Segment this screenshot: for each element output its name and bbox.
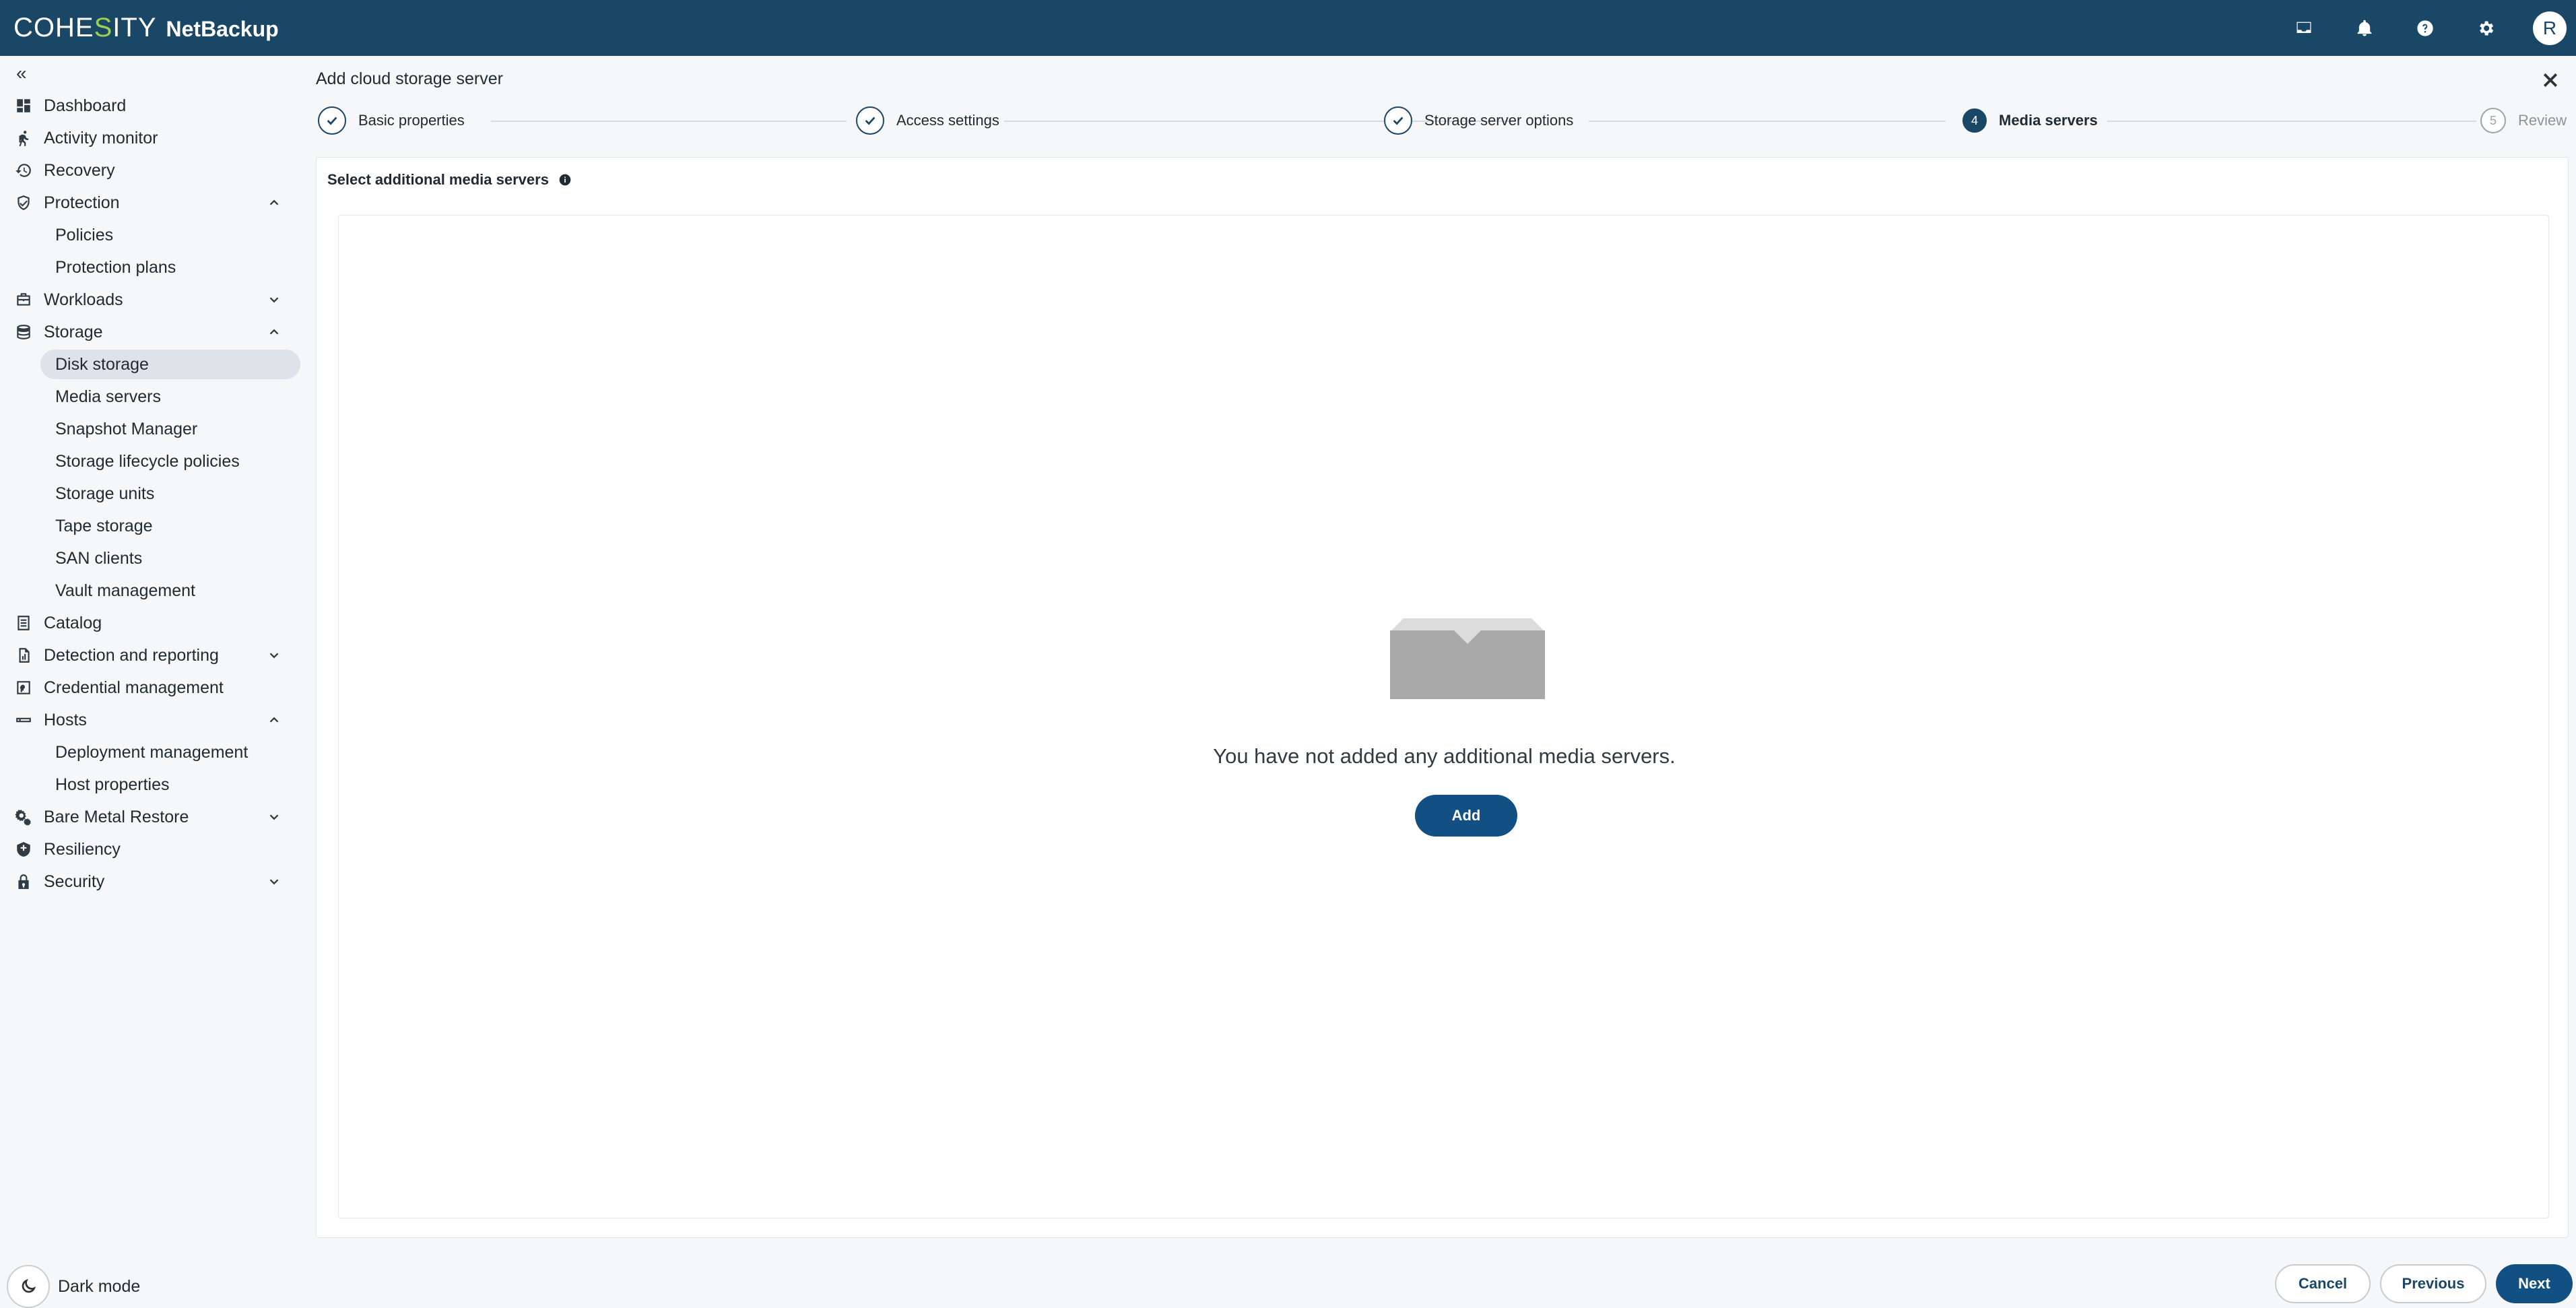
brand-wordmark: COHESITY bbox=[13, 13, 157, 42]
chevron-up-icon bbox=[267, 195, 282, 210]
step-basic-properties[interactable]: Basic properties bbox=[318, 104, 465, 137]
previous-button[interactable]: Previous bbox=[2380, 1264, 2486, 1303]
check-icon bbox=[1384, 106, 1412, 135]
avatar[interactable]: R bbox=[2533, 11, 2567, 45]
help-icon[interactable] bbox=[2412, 15, 2439, 42]
step-media-servers[interactable]: 4 Media servers bbox=[1962, 104, 2098, 137]
step-number: 5 bbox=[2480, 108, 2506, 133]
bell-icon[interactable] bbox=[2351, 15, 2378, 42]
sidebar-item-deployment-management[interactable]: Deployment management bbox=[0, 736, 308, 769]
empty-inbox-icon bbox=[1390, 618, 1545, 699]
chevron-up-icon bbox=[267, 713, 282, 727]
empty-state-container: You have not added any additional media … bbox=[338, 215, 2549, 1218]
dashboard-icon bbox=[15, 97, 32, 115]
close-icon[interactable] bbox=[2540, 70, 2561, 90]
check-icon bbox=[856, 106, 884, 135]
server-icon bbox=[15, 711, 32, 729]
sidebar-item-storage[interactable]: Storage bbox=[0, 316, 308, 348]
sidebar-item-disk-storage[interactable]: Disk storage bbox=[0, 348, 308, 381]
shield-icon bbox=[15, 194, 32, 211]
history-icon bbox=[15, 162, 32, 179]
notifications-tray-icon[interactable] bbox=[2290, 15, 2317, 42]
lock-icon bbox=[15, 873, 32, 890]
next-button[interactable]: Next bbox=[2496, 1264, 2573, 1303]
add-media-server-button[interactable]: Add bbox=[1415, 795, 1517, 837]
report-icon bbox=[15, 647, 32, 664]
sidebar-item-detection-and-reporting[interactable]: Detection and reporting bbox=[0, 639, 308, 672]
sidebar-item-tape-storage[interactable]: Tape storage bbox=[0, 510, 308, 542]
media-servers-panel: Select additional media servers You have… bbox=[316, 157, 2569, 1238]
sidebar-item-protection-plans[interactable]: Protection plans bbox=[0, 251, 308, 284]
sidebar-item-policies[interactable]: Policies bbox=[0, 219, 308, 251]
sidebar-item-workloads[interactable]: Workloads bbox=[0, 284, 308, 316]
page-title: Add cloud storage server bbox=[316, 69, 503, 88]
sidebar-item-snapshot-manager[interactable]: Snapshot Manager bbox=[0, 413, 308, 445]
step-access-settings[interactable]: Access settings bbox=[856, 104, 999, 137]
sidebar-item-hosts[interactable]: Hosts bbox=[0, 704, 308, 736]
chevron-down-icon bbox=[267, 810, 282, 824]
sidebar-item-storage-units[interactable]: Storage units bbox=[0, 478, 308, 510]
collapse-sidebar-button[interactable]: « bbox=[16, 63, 27, 84]
briefcase-icon bbox=[15, 291, 32, 308]
sidebar-item-resiliency[interactable]: Resiliency bbox=[0, 833, 308, 865]
sidebar-item-security[interactable]: Security bbox=[0, 865, 308, 898]
key-icon bbox=[15, 679, 32, 696]
chevron-down-icon bbox=[267, 292, 282, 307]
step-connector bbox=[491, 121, 847, 122]
info-icon[interactable] bbox=[558, 173, 572, 187]
sidebar-item-protection[interactable]: Protection bbox=[0, 187, 308, 219]
chevron-up-icon bbox=[267, 325, 282, 339]
moon-icon bbox=[7, 1265, 50, 1308]
step-connector bbox=[1589, 121, 1946, 122]
section-title: Select additional media servers bbox=[327, 171, 572, 189]
sidebar-item-san-clients[interactable]: SAN clients bbox=[0, 542, 308, 575]
sidebar-item-host-properties[interactable]: Host properties bbox=[0, 769, 308, 801]
activity-runner-icon bbox=[15, 129, 32, 147]
sidebar-item-dashboard[interactable]: Dashboard bbox=[0, 90, 308, 122]
cancel-button[interactable]: Cancel bbox=[2275, 1264, 2371, 1303]
sidebar: « Dashboard Activity monitor Recovery Pr… bbox=[0, 56, 308, 1308]
sidebar-item-credential-management[interactable]: Credential management bbox=[0, 672, 308, 704]
chevron-down-icon bbox=[267, 874, 282, 889]
catalog-icon bbox=[15, 614, 32, 632]
gear-icon[interactable] bbox=[2472, 15, 2499, 42]
sidebar-item-bare-metal-restore[interactable]: Bare Metal Restore bbox=[0, 801, 308, 833]
chevron-down-icon bbox=[267, 648, 282, 663]
step-storage-server-options[interactable]: Storage server options bbox=[1384, 104, 1573, 137]
sidebar-item-storage-lifecycle-policies[interactable]: Storage lifecycle policies bbox=[0, 445, 308, 478]
gears-icon bbox=[15, 808, 32, 826]
sidebar-item-activity-monitor[interactable]: Activity monitor bbox=[0, 122, 308, 154]
product-name: NetBackup bbox=[166, 17, 279, 41]
brand-logo[interactable]: COHESITY NetBackup bbox=[13, 13, 279, 43]
sidebar-item-vault-management[interactable]: Vault management bbox=[0, 575, 308, 607]
wizard-stepper: Basic properties Access settings Storage… bbox=[316, 104, 2569, 137]
step-review[interactable]: 5 Review bbox=[2480, 104, 2567, 137]
step-connector bbox=[2107, 121, 2476, 122]
sidebar-item-recovery[interactable]: Recovery bbox=[0, 154, 308, 187]
sidebar-item-catalog[interactable]: Catalog bbox=[0, 607, 308, 639]
sidebar-item-media-servers[interactable]: Media servers bbox=[0, 381, 308, 413]
top-bar: COHESITY NetBackup R bbox=[0, 0, 2576, 56]
dark-mode-toggle[interactable]: Dark mode bbox=[7, 1265, 140, 1308]
resiliency-icon bbox=[15, 841, 32, 858]
empty-state-message: You have not added any additional media … bbox=[1213, 744, 1676, 768]
step-number: 4 bbox=[1962, 108, 1987, 133]
check-icon bbox=[318, 106, 346, 135]
database-icon bbox=[15, 323, 32, 341]
